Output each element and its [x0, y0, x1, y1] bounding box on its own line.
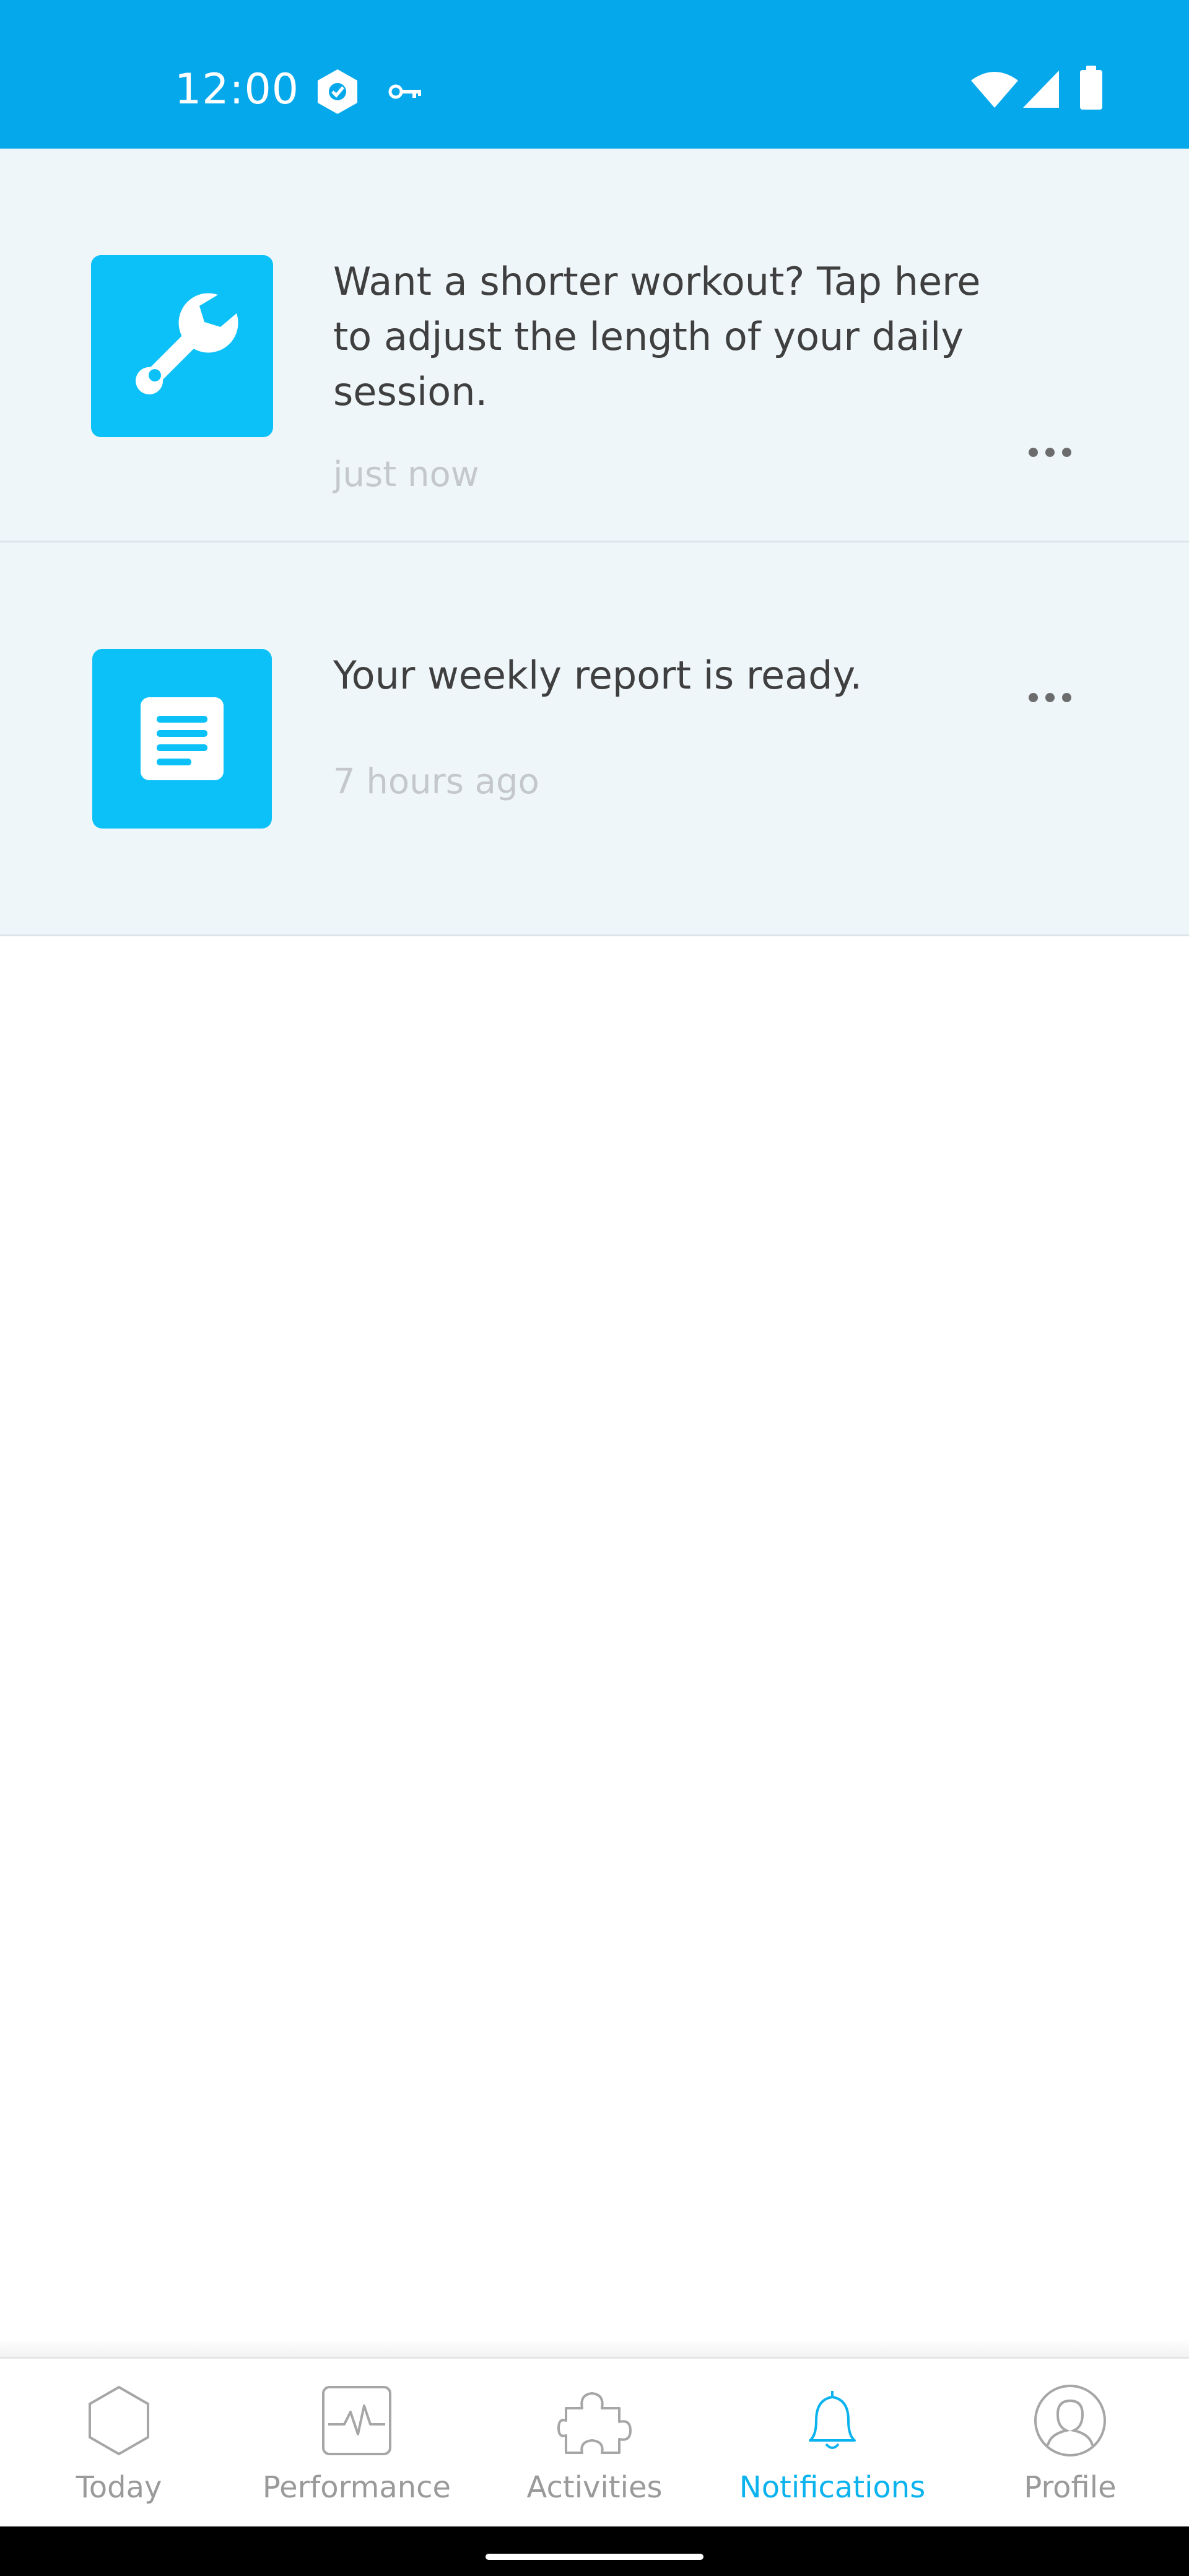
vpn-key-icon [388, 82, 422, 104]
nav-shadow [0, 2338, 1189, 2357]
more-dot [1061, 692, 1071, 702]
more-options-button[interactable] [1016, 679, 1084, 716]
nav-label: Profile [1024, 2470, 1117, 2505]
nav-label: Activities [526, 2470, 663, 2505]
nav-item-today[interactable]: Today [0, 2359, 238, 2528]
notification-message: Want a shorter workout? Tap here to adju… [333, 259, 981, 414]
more-dot [1028, 447, 1038, 457]
nav-item-profile[interactable]: Profile [951, 2359, 1189, 2528]
notification-message: Your weekly report is ready. [333, 653, 863, 698]
battery-icon [1079, 66, 1104, 113]
profile-icon [1034, 2385, 1106, 2456]
more-options-button[interactable] [1016, 433, 1084, 471]
nav-item-activities[interactable]: Activities [476, 2359, 713, 2528]
more-dot [1045, 692, 1055, 702]
notification-timestamp: just now [333, 455, 479, 495]
cell-signal-icon [1022, 69, 1060, 111]
puzzle-icon [557, 2392, 632, 2454]
status-time: 12:00 [175, 65, 299, 114]
nav-item-performance[interactable]: Performance [238, 2359, 476, 2528]
more-dot [1061, 447, 1071, 457]
hexagon-icon [89, 2385, 149, 2456]
document-icon [92, 649, 272, 829]
pulse-chart-icon [322, 2386, 391, 2455]
more-dot [1028, 692, 1038, 702]
nav-label: Performance [262, 2470, 451, 2505]
bottom-navigation: Today Performance Activities Notificatio… [0, 2357, 1189, 2526]
nav-item-notifications[interactable]: Notifications [713, 2359, 951, 2528]
notification-timestamp: 7 hours ago [333, 762, 539, 802]
home-gesture-handle[interactable] [486, 2554, 703, 2560]
notification-item[interactable]: Your weekly report is ready. 7 hours ago [0, 542, 1189, 936]
bell-icon [809, 2391, 856, 2449]
system-gesture-bar [0, 2526, 1189, 2576]
nav-label: Today [76, 2470, 162, 2505]
shield-app-icon [316, 68, 359, 118]
wrench-icon [91, 255, 273, 437]
wifi-icon [970, 69, 1019, 111]
more-dot [1045, 447, 1055, 457]
notification-item[interactable]: Want a shorter workout? Tap here to adju… [0, 149, 1189, 542]
status-bar: 12:00 [0, 0, 1189, 149]
nav-label: Notifications [739, 2470, 926, 2505]
